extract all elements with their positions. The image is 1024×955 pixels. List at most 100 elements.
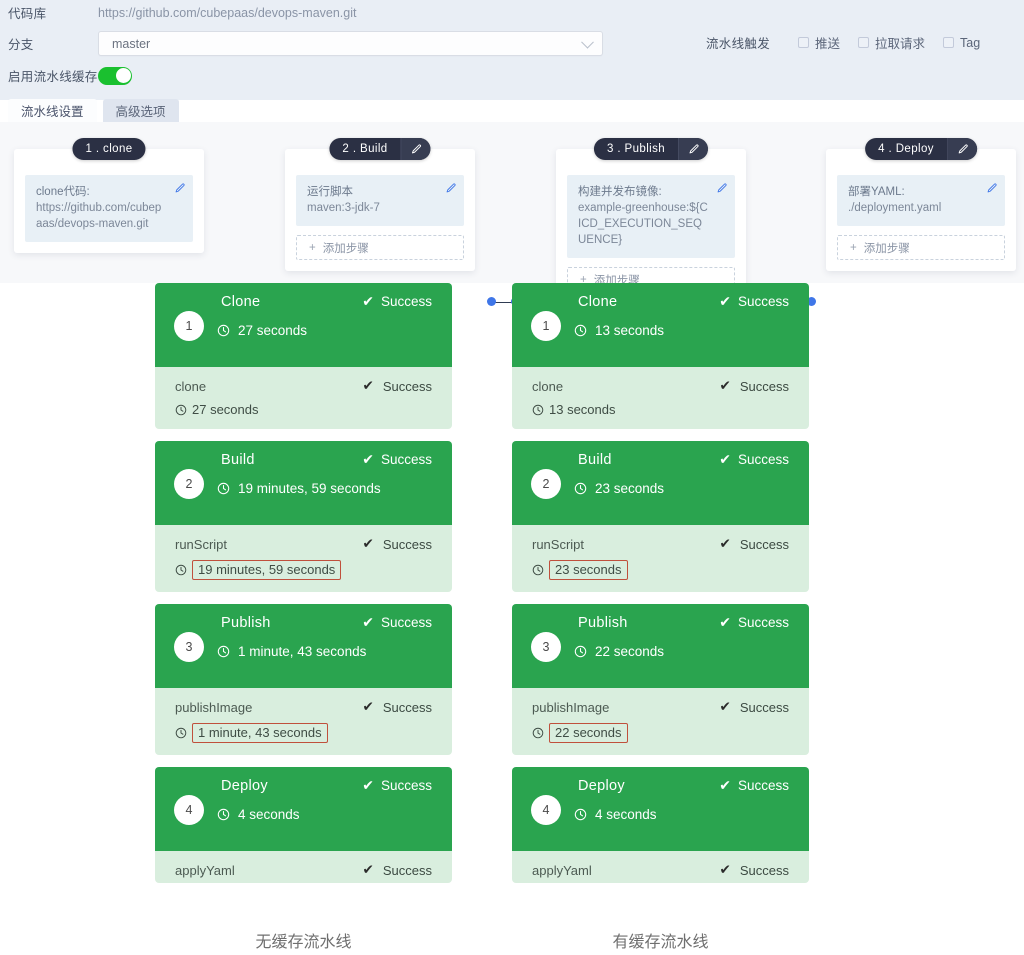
column-caption-no-cache: 无缓存流水线 <box>155 928 452 952</box>
stage-name: Deploy <box>221 778 268 794</box>
tab-advanced-options[interactable]: 高级选项 <box>103 99 179 122</box>
result-card-body: publishImage ✔Success 22 seconds <box>512 688 809 755</box>
stage-status-text: Success <box>738 294 789 309</box>
step-duration-text: 13 seconds <box>549 402 616 417</box>
stage-status: ✔Success <box>362 777 432 794</box>
clock-icon <box>217 482 230 495</box>
stage-3-card: 构建并发布镜像: example-greenhouse:${CICD_EXECU… <box>556 149 746 303</box>
stage-3-pill[interactable]: 3 . Publish <box>594 138 708 160</box>
result-card[interactable]: 3 Publish ✔Success 22 seconds publishIma… <box>512 604 809 755</box>
column-no-cache: 1 Clone ✔Success 27 seconds clone ✔Succe… <box>155 283 452 895</box>
clock-icon <box>574 324 587 337</box>
trigger-label: 流水线触发 <box>706 33 770 52</box>
stage-3-step[interactable]: 构建并发布镜像: example-greenhouse:${CICD_EXECU… <box>567 175 735 258</box>
tab-pipeline-settings[interactable]: 流水线设置 <box>8 99 97 122</box>
step-status-text: Success <box>383 537 432 552</box>
step-status-text: Success <box>383 700 432 715</box>
pencil-icon[interactable] <box>445 183 456 194</box>
clock-icon <box>217 808 230 821</box>
branch-select[interactable]: master <box>98 31 603 56</box>
step-name: runScript <box>175 537 227 552</box>
stage-4-step-title: 部署YAML: <box>848 186 905 198</box>
stage-2-add-step-button[interactable]: + 添加步骤 <box>296 235 464 260</box>
step-status: ✔Success <box>720 699 789 715</box>
result-card[interactable]: 4 Deploy ✔Success 4 seconds applyYaml ✔S… <box>512 767 809 883</box>
stage-1-step-title: clone代码: <box>36 186 90 198</box>
stage-4-edit-button[interactable] <box>947 138 977 160</box>
pencil-icon[interactable] <box>174 183 185 194</box>
step-name: applyYaml <box>175 863 235 878</box>
stage-3-edit-button[interactable] <box>678 138 708 160</box>
pipeline-cache-comparison-page: 代码库 https://github.com/cubepaas/devops-m… <box>0 0 1024 955</box>
connector-dot <box>487 297 496 306</box>
trigger-tag[interactable]: Tag <box>943 36 980 50</box>
stage-name: Publish <box>221 615 271 631</box>
stage-duration-text: 22 seconds <box>595 644 664 659</box>
step-name: publishImage <box>175 700 252 715</box>
clock-icon <box>175 727 187 739</box>
step-status-text: Success <box>740 379 789 394</box>
checkbox-icon[interactable] <box>943 37 954 48</box>
trigger-pull-request[interactable]: 拉取请求 <box>858 33 925 52</box>
stage-duration: 19 minutes, 59 seconds <box>217 481 381 496</box>
result-card[interactable]: 3 Publish ✔Success 1 minute, 43 seconds … <box>155 604 452 755</box>
stage-4-card: 部署YAML: ./deployment.yaml + 添加步骤 <box>826 149 1016 271</box>
stage-4-pill-label: 4 . Deploy <box>865 143 947 155</box>
pipeline-config-panel: 代码库 https://github.com/cubepaas/devops-m… <box>0 0 1024 100</box>
toggle-knob <box>116 68 131 83</box>
step-status: ✔Success <box>363 536 432 552</box>
result-card-header: 4 Deploy ✔Success 4 seconds <box>155 767 452 851</box>
stage-name: Deploy <box>578 778 625 794</box>
step-duration-text: 19 minutes, 59 seconds <box>192 560 341 580</box>
step-status-text: Success <box>740 863 789 878</box>
stage-name: Build <box>578 452 612 468</box>
result-card-header: 3 Publish ✔Success 22 seconds <box>512 604 809 688</box>
stage-builder-strip: 1 . clone clone代码: https://github.com/cu… <box>0 122 1024 283</box>
stage-duration-text: 23 seconds <box>595 481 664 496</box>
stage-status-text: Success <box>381 778 432 793</box>
stage-duration: 1 minute, 43 seconds <box>217 644 366 659</box>
stage-status: ✔Success <box>362 451 432 468</box>
stage-duration-text: 4 seconds <box>238 807 300 822</box>
result-card[interactable]: 1 Clone ✔Success 13 seconds clone ✔Succe… <box>512 283 809 429</box>
step-status: ✔Success <box>363 862 432 878</box>
stage-number-badge: 3 <box>531 632 561 662</box>
stage-number-badge: 3 <box>174 632 204 662</box>
repository-url-value: https://github.com/cubepaas/devops-maven… <box>98 6 356 20</box>
clock-icon <box>532 564 544 576</box>
result-card-body: applyYaml ✔Success <box>512 851 809 883</box>
step-status-text: Success <box>383 379 432 394</box>
checkbox-icon[interactable] <box>798 37 809 48</box>
step-duration-text: 23 seconds <box>549 560 628 580</box>
trigger-push[interactable]: 推送 <box>798 33 840 52</box>
stage-2-step[interactable]: 运行脚本 maven:3-jdk-7 <box>296 175 464 226</box>
stage-duration-text: 19 minutes, 59 seconds <box>238 481 381 496</box>
stage-2-pill[interactable]: 2 . Build <box>329 138 430 160</box>
stage-status: ✔Success <box>719 614 789 631</box>
stage-duration-text: 13 seconds <box>595 323 664 338</box>
clock-icon <box>175 404 187 416</box>
result-card[interactable]: 1 Clone ✔Success 27 seconds clone ✔Succe… <box>155 283 452 429</box>
checkbox-icon[interactable] <box>858 37 869 48</box>
stage-2-edit-button[interactable] <box>401 138 431 160</box>
stage-4-add-step-button[interactable]: + 添加步骤 <box>837 235 1005 260</box>
result-card-body: runScript ✔Success 19 minutes, 59 second… <box>155 525 452 592</box>
clock-icon <box>574 482 587 495</box>
pencil-icon[interactable] <box>986 183 997 194</box>
stage-1-step[interactable]: clone代码: https://github.com/cubepaas/dev… <box>25 175 193 242</box>
result-card[interactable]: 2 Build ✔Success 19 minutes, 59 seconds … <box>155 441 452 592</box>
pencil-icon[interactable] <box>716 183 727 194</box>
stage-1-pill[interactable]: 1 . clone <box>72 138 145 160</box>
clock-icon <box>574 808 587 821</box>
result-card[interactable]: 2 Build ✔Success 23 seconds runScript ✔S… <box>512 441 809 592</box>
stage-3-step-title: 构建并发布镜像: <box>578 186 662 198</box>
stage-number-badge: 4 <box>531 795 561 825</box>
stage-status: ✔Success <box>719 777 789 794</box>
stage-4-pill[interactable]: 4 . Deploy <box>865 138 977 160</box>
result-card[interactable]: 4 Deploy ✔Success 4 seconds applyYaml ✔S… <box>155 767 452 883</box>
stage-4-step[interactable]: 部署YAML: ./deployment.yaml <box>837 175 1005 226</box>
check-icon: ✔ <box>720 378 731 394</box>
enable-cache-toggle[interactable] <box>98 67 132 85</box>
stage-status: ✔Success <box>719 451 789 468</box>
stage-4-step-detail: ./deployment.yaml <box>848 202 941 214</box>
